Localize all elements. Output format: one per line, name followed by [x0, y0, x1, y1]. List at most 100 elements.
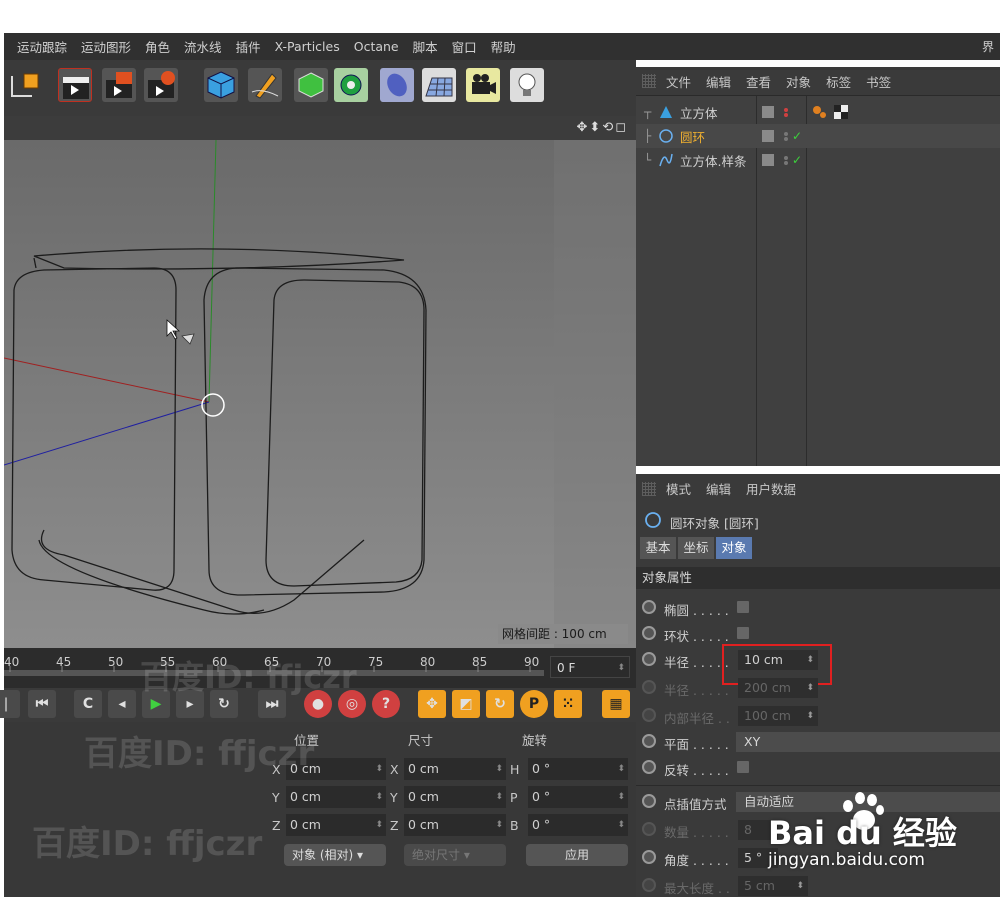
camera-icon[interactable]	[466, 68, 500, 102]
material-tag-icon[interactable]	[812, 105, 828, 119]
go-to-start-icon[interactable]: ⏮	[28, 690, 56, 718]
apply-button[interactable]: 应用	[526, 844, 628, 866]
object-row-cube[interactable]: ┬ 立方体	[636, 100, 1000, 124]
plane-dropdown[interactable]: XY	[736, 732, 1000, 752]
subdivision-icon[interactable]	[294, 68, 328, 102]
render-picture-viewer-icon[interactable]	[102, 68, 136, 102]
keyframe-selection-icon[interactable]: ?	[372, 690, 400, 718]
rot-p-field[interactable]: 0 ° ⬍	[528, 786, 628, 808]
floor-icon[interactable]	[422, 68, 456, 102]
radius-2-field: 200 cm ⬍	[738, 678, 818, 698]
pos-z-value: 0 cm	[290, 817, 321, 832]
am-menu-edit[interactable]: 编辑	[706, 479, 731, 498]
scale-key-icon[interactable]: ◩	[452, 690, 480, 718]
object-row-cube-spline[interactable]: └ 立方体.样条 ✓	[636, 148, 1000, 172]
om-menu-edit[interactable]: 编辑	[706, 72, 731, 91]
size-mode-dropdown[interactable]: 绝对尺寸 ▾	[404, 844, 506, 866]
cube-icon[interactable]	[204, 68, 238, 102]
grip-icon[interactable]	[642, 74, 656, 88]
watermark-text: 百度ID: ffjczr	[32, 824, 263, 864]
timeline-tick: 90	[524, 655, 540, 669]
enabled-check-icon[interactable]: ✓	[792, 153, 802, 167]
object-row-circle[interactable]: ├ 圆环 ✓	[636, 124, 1000, 148]
menu-x-particles[interactable]: X-Particles	[275, 39, 340, 54]
menu-help[interactable]: 帮助	[491, 37, 516, 56]
om-menu-tags[interactable]: 标签	[826, 72, 851, 91]
visibility-dots[interactable]	[784, 155, 790, 166]
prev-frame-icon[interactable]: ◂	[108, 690, 136, 718]
menu-window[interactable]: 窗口	[452, 37, 477, 56]
ring-checkbox[interactable]	[737, 627, 749, 639]
section-object-properties: 对象属性	[636, 567, 1000, 589]
layer-flag-icon[interactable]	[762, 130, 774, 142]
pos-z-field[interactable]: 0 cm ⬍	[286, 814, 386, 836]
timeline-window-icon[interactable]: ▦	[602, 690, 630, 718]
rot-p-label: P	[510, 790, 518, 805]
coordinate-system-icon[interactable]	[6, 68, 46, 102]
layer-flag-icon[interactable]	[762, 154, 774, 166]
menu-script[interactable]: 脚本	[413, 37, 438, 56]
baidu-logo-text: Bai du 经验	[768, 814, 957, 852]
tab-coord[interactable]: 坐标	[678, 537, 714, 559]
menu-octane[interactable]: Octane	[354, 39, 399, 54]
viewport[interactable]: 网格间距 : 100 cm	[3, 139, 636, 648]
menu-pipeline[interactable]: 流水线	[184, 37, 222, 56]
cloner-icon[interactable]	[334, 68, 368, 102]
menu-character[interactable]: 角色	[145, 37, 170, 56]
am-menu-userdata[interactable]: 用户数据	[746, 479, 796, 498]
layer-flag-icon[interactable]	[762, 106, 774, 118]
rot-b-field[interactable]: 0 ° ⬍	[528, 814, 628, 836]
keyframe-radio[interactable]	[642, 626, 656, 640]
cube-object-icon	[660, 106, 672, 118]
keyframe-radio[interactable]	[642, 850, 656, 864]
param-key-icon[interactable]: P	[520, 690, 548, 718]
size-z-field[interactable]: 0 cm ⬍	[404, 814, 506, 836]
deformer-icon[interactable]	[380, 68, 414, 102]
grip-icon[interactable]	[642, 481, 656, 496]
rot-h-field[interactable]: 0 ° ⬍	[528, 758, 628, 780]
menu-interface[interactable]: 界	[982, 38, 994, 55]
tab-basic[interactable]: 基本	[640, 537, 676, 559]
render-view-icon[interactable]	[58, 68, 92, 102]
rotate-key-icon[interactable]: ↻	[486, 690, 514, 718]
timeline-tick: 80	[420, 655, 436, 669]
pla-key-icon[interactable]: ⁙	[554, 690, 582, 718]
move-key-icon[interactable]: ✥	[418, 690, 446, 718]
keyframe-radio[interactable]	[642, 652, 656, 666]
rot-b-label: B	[510, 818, 519, 833]
render-settings-icon[interactable]	[144, 68, 178, 102]
size-z-value: 0 cm	[408, 817, 439, 832]
menu-motion-tracking[interactable]: 运动跟踪	[17, 37, 67, 56]
pen-spline-icon[interactable]	[248, 68, 282, 102]
ellipse-checkbox[interactable]	[737, 601, 749, 613]
watermark-text: 百度ID: ffjczr	[84, 734, 315, 774]
enabled-check-icon[interactable]: ✓	[792, 129, 802, 143]
size-y-field[interactable]: 0 cm ⬍	[404, 786, 506, 808]
om-menu-object[interactable]: 对象	[786, 72, 811, 91]
om-menu-file[interactable]: 文件	[666, 72, 691, 91]
reverse-checkbox[interactable]	[737, 761, 749, 773]
keyframe-radio[interactable]	[642, 794, 656, 808]
om-menu-bookmarks[interactable]: 书签	[866, 72, 891, 91]
keyframe-radio[interactable]	[642, 734, 656, 748]
keyframe-radio[interactable]	[642, 760, 656, 774]
go-prev-key-icon[interactable]: ❘	[0, 690, 20, 718]
visibility-dots[interactable]	[784, 107, 790, 118]
visibility-dots[interactable]	[784, 131, 790, 142]
tab-object[interactable]: 对象	[716, 537, 752, 559]
om-menu-view[interactable]: 查看	[746, 72, 771, 91]
menu-mograph[interactable]: 运动图形	[81, 37, 131, 56]
texture-tag-icon[interactable]	[834, 105, 848, 119]
menu-plugins[interactable]: 插件	[236, 37, 261, 56]
pos-y-field[interactable]: 0 cm ⬍	[286, 786, 386, 808]
am-menu-mode[interactable]: 模式	[666, 479, 691, 498]
prev-keyframe-icon[interactable]: C	[74, 690, 102, 718]
size-x-field[interactable]: 0 cm ⬍	[404, 758, 506, 780]
viewport-nav-icons[interactable]: ✥⬍⟲◻	[577, 120, 628, 135]
coord-mode-dropdown[interactable]: 对象 (相对) ▾	[284, 844, 386, 866]
light-icon[interactable]	[510, 68, 544, 102]
current-frame-field[interactable]: 0 F ⬍	[550, 656, 630, 678]
prop-label: 椭圆 . . . . .	[664, 603, 729, 618]
keyframe-radio[interactable]	[642, 600, 656, 614]
pos-y-value: 0 cm	[290, 789, 321, 804]
